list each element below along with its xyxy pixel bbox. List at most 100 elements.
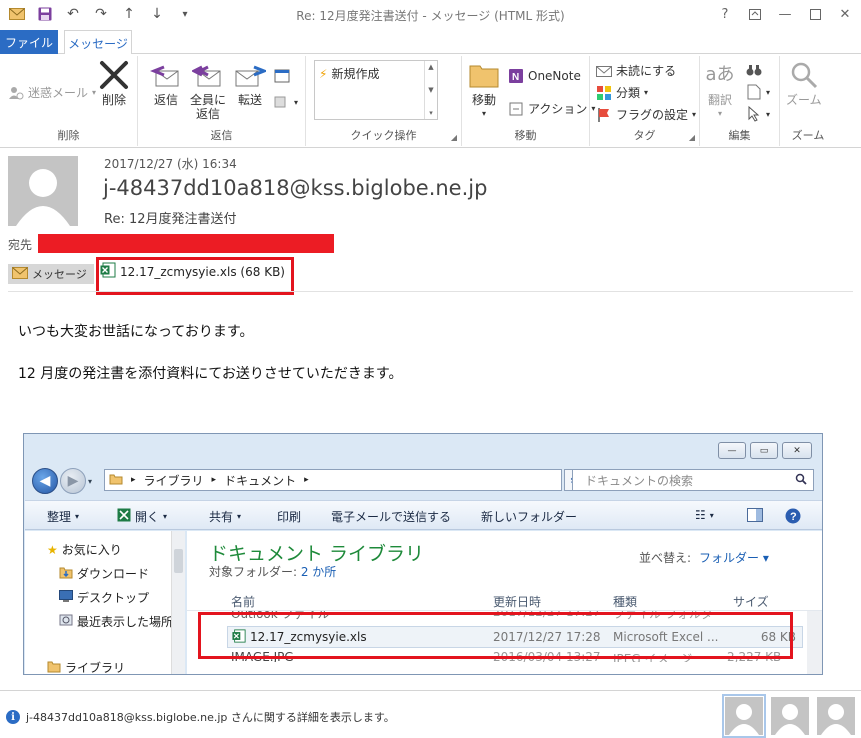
quick-steps-scroll[interactable]: ▲ ▼ ▾ xyxy=(424,61,437,119)
header-separator xyxy=(8,291,853,292)
ribbon: 迷惑メール ▾ 削除 削除 返信 全員に 返信 転送 ▾ 返信 ⚡ 新規作成 ▲… xyxy=(0,54,861,148)
move-group-label: 移動 xyxy=(514,129,537,142)
respond-group-label: 返信 xyxy=(210,129,233,142)
chevron-down-icon: ▾ xyxy=(75,512,80,521)
chevron-down-icon: ▾ xyxy=(766,109,771,119)
actions-icon xyxy=(508,101,524,117)
nav-favorites: ★ お気に入り xyxy=(47,541,122,558)
people-pane-info-text: j-48437dd10a818@kss.biglobe.ne.jp さんに関する… xyxy=(26,711,395,724)
junk-label: 迷惑メール xyxy=(28,86,89,100)
search-icon xyxy=(795,473,807,488)
library-folder-icon xyxy=(109,473,123,488)
translate-button[interactable]: aあ 翻訳 ▾ xyxy=(704,60,736,121)
file-column-headers: 名前 更新日時 種類 サイズ xyxy=(187,589,822,611)
excel-app-icon xyxy=(117,508,131,525)
quick-steps-gallery[interactable]: ⚡ 新規作成 ▲ ▼ ▾ xyxy=(314,60,438,120)
back-arrow-icon: ◀ xyxy=(32,468,58,494)
find-button[interactable] xyxy=(746,62,762,78)
explorer-maximize-icon: ▭ xyxy=(750,442,778,459)
follow-up-button[interactable]: フラグの設定 ▾ xyxy=(596,106,696,123)
quick-step-new[interactable]: ⚡ 新規作成 xyxy=(319,65,379,82)
person-avatar[interactable] xyxy=(771,697,809,735)
magnifier-icon xyxy=(788,60,820,90)
maximize-button[interactable] xyxy=(807,5,823,23)
message-body-tab[interactable]: メッセージ xyxy=(8,264,94,284)
breadcrumb-separator-icon: ▸ xyxy=(211,475,217,485)
person-avatar[interactable] xyxy=(817,697,855,735)
recent-places-icon xyxy=(59,613,73,630)
edit-group-label: 編集 xyxy=(728,129,751,142)
ribbon-display-options-button[interactable] xyxy=(747,5,763,23)
lightning-icon: ⚡ xyxy=(319,66,328,81)
document-icon xyxy=(746,84,762,100)
dialog-launcher-icon[interactable]: ◢ xyxy=(689,133,695,142)
to-label: 宛先 xyxy=(8,238,33,252)
explorer-open: 開く ▾ xyxy=(117,508,167,525)
nav-favorites-label: お気に入り xyxy=(61,543,122,557)
help-button[interactable]: ? xyxy=(717,5,733,23)
scroll-up-icon[interactable]: ▲ xyxy=(428,63,433,71)
sender-address[interactable]: j-48437dd10a818@kss.biglobe.ne.jp xyxy=(103,176,487,200)
folder-icon xyxy=(468,60,500,90)
forward-button[interactable]: 転送 xyxy=(234,60,266,107)
highlight-box-attachment xyxy=(96,257,294,295)
more-respond-icon xyxy=(274,94,290,110)
breadcrumb-separator-icon: ▸ xyxy=(304,475,309,485)
related-button[interactable]: ▾ xyxy=(746,84,770,100)
reply-all-button[interactable]: 全員に 返信 xyxy=(190,60,226,121)
delete-button[interactable]: 削除 xyxy=(98,60,130,107)
expand-gallery-icon[interactable]: ▾ xyxy=(429,109,433,117)
onenote-button[interactable]: N OneNote xyxy=(508,68,581,84)
dialog-launcher-icon[interactable]: ◢ xyxy=(451,133,457,142)
person-avatar[interactable] xyxy=(722,694,766,738)
redacted-recipient xyxy=(38,234,334,253)
categorize-button[interactable]: 分類 ▾ xyxy=(596,84,648,101)
junk-button[interactable]: 迷惑メール ▾ xyxy=(8,84,96,101)
explorer-nav-pane: ★ お気に入り ダウンロード デスクトップ 最近表示した場所 ライブラリ xyxy=(25,531,185,674)
reply-all-label-line1: 全員に xyxy=(190,93,227,107)
zoom-button[interactable]: ズーム xyxy=(786,60,822,107)
tab-message[interactable]: メッセージ xyxy=(64,30,132,55)
explorer-command-bar: 整理 ▾ 開く ▾ 共有 ▾ 印刷 電子メールで送信する 新しいフォルダー ☷ … xyxy=(25,500,822,530)
title-bar: ↶ ↷ ↑ ↓ ▾ Re: 12月度発注書送付 - メッセージ (HTML 形式… xyxy=(0,0,861,30)
close-button[interactable]: ✕ xyxy=(837,5,853,23)
column-type: 種類 xyxy=(613,595,638,609)
select-button[interactable]: ▾ xyxy=(746,106,770,122)
zoom-group-label: ズーム xyxy=(791,129,825,142)
move-button[interactable]: 移動 ▾ xyxy=(468,60,500,121)
explorer-organize-label: 整理 xyxy=(47,510,72,524)
reply-button[interactable]: 返信 xyxy=(150,60,182,107)
chevron-down-icon: ▾ xyxy=(294,97,299,107)
chevron-down-icon: ▾ xyxy=(88,476,93,486)
mark-unread-button[interactable]: 未読にする xyxy=(596,62,676,79)
svg-text:?: ? xyxy=(790,511,797,523)
desktop-icon xyxy=(59,590,73,605)
target-folder-link: 2 か所 xyxy=(300,565,337,579)
explorer-email: 電子メールで送信する xyxy=(331,508,451,525)
sender-avatar[interactable] xyxy=(8,156,78,226)
explorer-help-icon: ? xyxy=(785,508,801,524)
ribbon-group-respond: 返信 全員に 返信 転送 ▾ 返信 xyxy=(138,56,306,146)
body-greeting: いつも大変お世話になっております。 xyxy=(18,324,254,340)
column-modified: 更新日時 xyxy=(493,595,542,609)
envelope-icon xyxy=(596,63,612,79)
forward-icon xyxy=(234,60,266,90)
libraries-icon xyxy=(47,659,61,674)
nav-downloads: ダウンロード xyxy=(59,565,149,582)
tab-file[interactable]: ファイル xyxy=(0,30,58,54)
actions-button[interactable]: アクション ▾ xyxy=(508,100,595,117)
explorer-print: 印刷 xyxy=(277,508,301,525)
meeting-button[interactable] xyxy=(274,68,290,84)
chevron-down-icon: ▾ xyxy=(644,88,649,97)
people-pane-info[interactable]: i j-48437dd10a818@kss.biglobe.ne.jp さんに関… xyxy=(6,709,395,725)
chevron-down-icon: ▾ xyxy=(163,512,168,521)
explorer-share-label: 共有 xyxy=(209,510,234,524)
forward-label: 転送 xyxy=(237,93,262,107)
ribbon-group-tags: 未読にする 分類 ▾ フラグの設定 ▾ タグ ◢ xyxy=(590,56,700,146)
reply-icon xyxy=(150,60,182,90)
chevron-down-icon: ▾ xyxy=(766,87,771,97)
scroll-down-icon[interactable]: ▼ xyxy=(428,86,433,94)
minimize-button[interactable]: — xyxy=(777,5,793,23)
more-respond-button[interactable]: ▾ xyxy=(274,94,298,110)
translate-label: 翻訳 xyxy=(707,93,732,107)
